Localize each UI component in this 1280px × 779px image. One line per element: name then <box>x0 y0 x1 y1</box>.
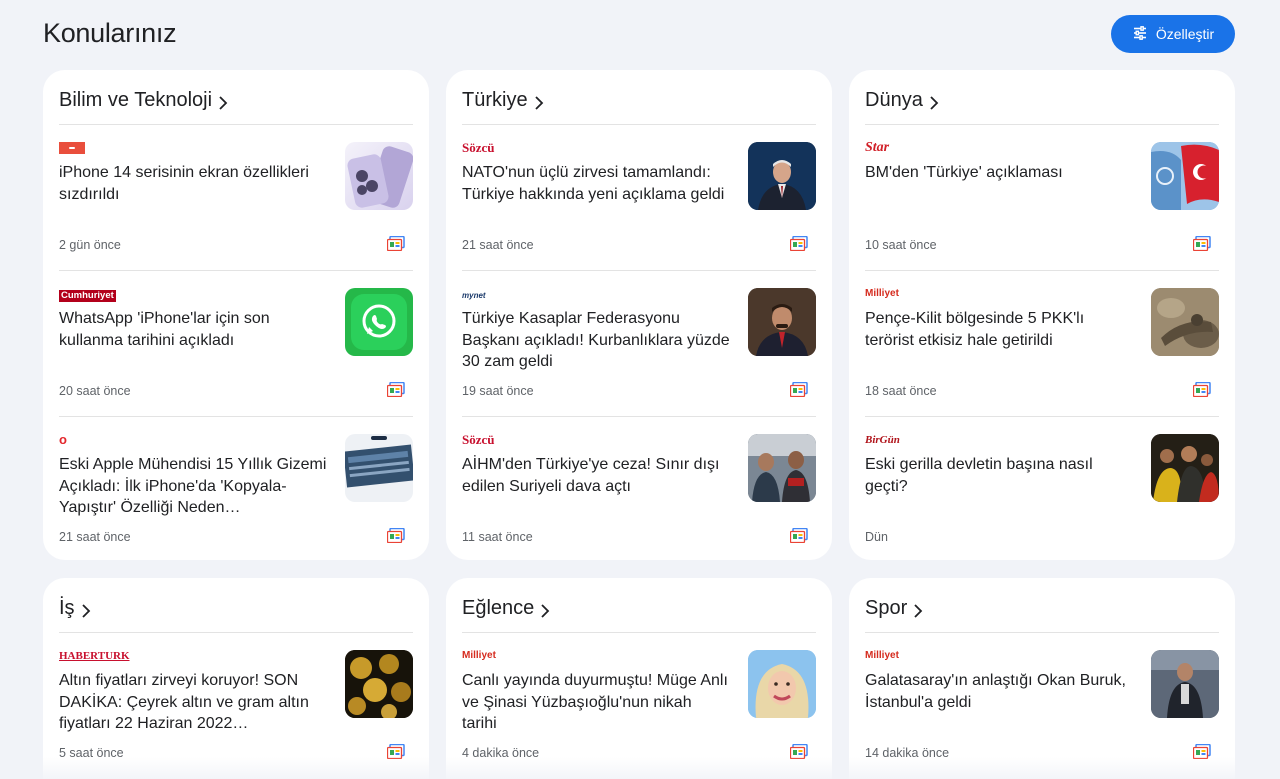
customize-label: Özelleştir <box>1155 26 1215 42</box>
story-thumbnail[interactable] <box>1151 434 1219 502</box>
story-headline[interactable]: Eski gerilla devletin başına nasıl geçti… <box>865 454 1133 497</box>
story-thumbnail[interactable] <box>1151 142 1219 210</box>
topic-header[interactable]: İş <box>59 578 413 633</box>
source-logo[interactable]: BirGün <box>865 434 900 446</box>
story-thumbnail[interactable] <box>748 288 816 356</box>
topic-card-dunya: Dünya Star BM'den 'Türkiye' açıklaması 1… <box>849 70 1235 560</box>
topic-title: Dünya <box>865 89 923 111</box>
story-headline[interactable]: Altın fiyatları zirveyi koruyor! SON DAK… <box>59 670 327 735</box>
story-headline[interactable]: WhatsApp 'iPhone'lar için son kullanma t… <box>59 308 327 351</box>
full-coverage-icon[interactable] <box>1192 381 1211 398</box>
story-headline[interactable]: Canlı yayında duyurmuştu! Müge Anlı ve Ş… <box>462 670 730 735</box>
story-time: 10 saat önce <box>865 238 937 252</box>
chevron-right-icon <box>218 95 228 112</box>
story-item: BirGün Eski gerilla devletin başına nası… <box>865 417 1219 563</box>
topic-header[interactable]: Bilim ve Teknoloji <box>59 70 413 125</box>
story-headline[interactable]: Eski Apple Mühendisi 15 Yıllık Gizemi Aç… <box>59 454 327 519</box>
story-thumbnail[interactable] <box>345 288 413 356</box>
source-logo[interactable]: HABERTURK <box>59 650 130 662</box>
full-coverage-icon[interactable] <box>789 743 808 760</box>
source-logo[interactable] <box>59 142 85 154</box>
source-logo[interactable]: Cumhuriyet <box>59 290 116 302</box>
story-thumbnail[interactable] <box>1151 650 1219 718</box>
story-headline[interactable]: BM'den 'Türkiye' açıklaması <box>865 162 1133 184</box>
story-time: Dün <box>865 530 888 544</box>
source-logo[interactable]: Milliyet <box>865 650 899 662</box>
full-coverage-icon[interactable] <box>386 381 405 398</box>
story-thumbnail[interactable] <box>748 650 816 718</box>
topic-header[interactable]: Dünya <box>865 70 1219 125</box>
chevron-right-icon <box>81 603 91 620</box>
topic-card-spor: Spor Milliyet Galatasaray'ın anlaştığı O… <box>849 578 1235 779</box>
topic-header[interactable]: Türkiye <box>462 70 816 125</box>
page-title: Konularınız <box>43 18 177 48</box>
story-time: 18 saat önce <box>865 384 937 398</box>
story-thumbnail[interactable] <box>345 650 413 718</box>
story-time: 21 saat önce <box>59 530 131 544</box>
full-coverage-icon[interactable] <box>1192 743 1211 760</box>
story-item: Milliyet Pençe-Kilit bölgesinde 5 PKK'lı… <box>865 271 1219 417</box>
story-item: iPhone 14 serisinin ekran özellikleri sı… <box>59 125 413 271</box>
story-headline[interactable]: Galatasaray'ın anlaştığı Okan Buruk, İst… <box>865 670 1133 713</box>
full-coverage-icon[interactable] <box>1192 235 1211 252</box>
story-item: Star BM'den 'Türkiye' açıklaması 10 saat… <box>865 125 1219 271</box>
story-headline[interactable]: NATO'nun üçlü zirvesi tamamlandı: Türkiy… <box>462 162 730 205</box>
story-item: Milliyet Galatasaray'ın anlaştığı Okan B… <box>865 633 1219 779</box>
chevron-right-icon <box>534 95 544 112</box>
story-item: o Eski Apple Mühendisi 15 Yıllık Gizemi … <box>59 417 413 563</box>
topic-card-bilim-teknoloji: Bilim ve Teknoloji iPhone 14 serisinin e… <box>43 70 429 560</box>
customize-button[interactable]: Özelleştir <box>1111 15 1235 53</box>
topic-card-turkiye: Türkiye Sözcü NATO'nun üçlü zirvesi tama… <box>446 70 832 560</box>
full-coverage-icon[interactable] <box>386 235 405 252</box>
full-coverage-icon[interactable] <box>789 235 808 252</box>
story-thumbnail[interactable] <box>748 434 816 502</box>
story-time: 20 saat önce <box>59 384 131 398</box>
source-logo[interactable]: o <box>59 433 67 446</box>
full-coverage-icon[interactable] <box>789 381 808 398</box>
topic-title: Eğlence <box>462 597 535 619</box>
source-logo[interactable]: Milliyet <box>865 288 899 300</box>
full-coverage-icon[interactable] <box>386 527 405 544</box>
story-time: 4 dakika önce <box>462 746 540 760</box>
source-logo[interactable]: Sözcü <box>462 141 495 154</box>
story-item: Cumhuriyet WhatsApp 'iPhone'lar için son… <box>59 271 413 417</box>
story-headline[interactable]: AİHM'den Türkiye'ye ceza! Sınır dışı edi… <box>462 454 730 497</box>
story-time: 5 saat önce <box>59 746 124 760</box>
story-time: 21 saat önce <box>462 238 534 252</box>
story-thumbnail[interactable] <box>345 142 413 210</box>
source-logo[interactable]: Star <box>865 141 889 155</box>
story-item: mynet Türkiye Kasaplar Federasyonu Başka… <box>462 271 816 417</box>
topic-title: Bilim ve Teknoloji <box>59 89 213 111</box>
full-coverage-icon[interactable] <box>789 527 808 544</box>
source-logo[interactable]: Milliyet <box>462 650 496 662</box>
story-item: Milliyet Canlı yayında duyurmuştu! Müge … <box>462 633 816 779</box>
story-item: HABERTURK Altın fiyatları zirveyi koruyo… <box>59 633 413 779</box>
story-thumbnail[interactable] <box>748 142 816 210</box>
topic-card-is: İş HABERTURK Altın fiyatları zirveyi kor… <box>43 578 429 779</box>
story-time: 19 saat önce <box>462 384 534 398</box>
story-headline[interactable]: Türkiye Kasaplar Federasyonu Başkanı açı… <box>462 308 730 373</box>
chevron-right-icon <box>929 95 939 112</box>
topic-header[interactable]: Eğlence <box>462 578 816 633</box>
story-item: Sözcü NATO'nun üçlü zirvesi tamamlandı: … <box>462 125 816 271</box>
topic-card-eglence: Eğlence Milliyet Canlı yayında duyurmuşt… <box>446 578 832 779</box>
topic-title: Spor <box>865 597 908 619</box>
topic-title: İş <box>59 597 75 619</box>
story-headline[interactable]: iPhone 14 serisinin ekran özellikleri sı… <box>59 162 327 205</box>
chevron-right-icon <box>913 603 923 620</box>
story-time: 2 gün önce <box>59 238 121 252</box>
tune-icon <box>1132 25 1148 44</box>
topic-header[interactable]: Spor <box>865 578 1219 633</box>
story-headline[interactable]: Pençe-Kilit bölgesinde 5 PKK'lı terörist… <box>865 308 1133 351</box>
story-time: 14 dakika önce <box>865 746 950 760</box>
story-time: 11 saat önce <box>462 530 533 544</box>
topic-title: Türkiye <box>462 89 528 111</box>
story-thumbnail[interactable] <box>345 434 413 502</box>
source-logo[interactable]: mynet <box>462 290 486 302</box>
story-item: Sözcü AİHM'den Türkiye'ye ceza! Sınır dı… <box>462 417 816 563</box>
full-coverage-icon[interactable] <box>386 743 405 760</box>
story-thumbnail[interactable] <box>1151 288 1219 356</box>
chevron-right-icon <box>540 603 550 620</box>
source-logo[interactable]: Sözcü <box>462 433 495 446</box>
